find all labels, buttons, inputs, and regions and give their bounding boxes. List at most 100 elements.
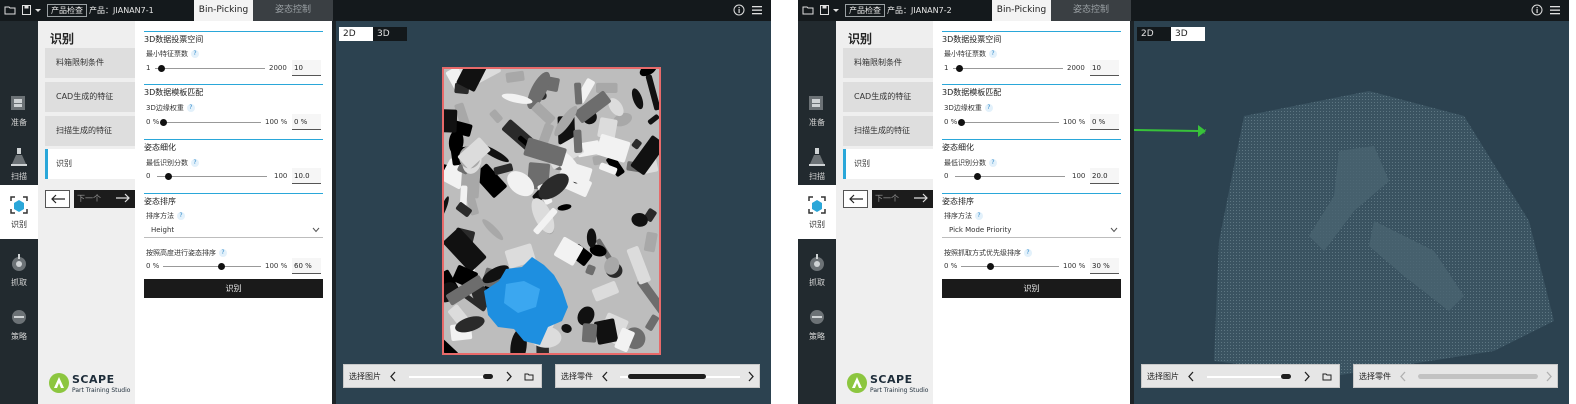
subnav-item-bin-limits[interactable]: 料箱限制条件 <box>45 48 135 78</box>
tab-bin-picking[interactable]: Bin-Picking <box>992 0 1051 21</box>
min-features-slider-thumb[interactable] <box>158 65 165 72</box>
edge-weight-input[interactable]: 0 % <box>292 114 321 130</box>
sort-percent-input[interactable]: 30 % <box>1090 258 1119 274</box>
tab-3d[interactable]: 3D <box>1171 27 1205 41</box>
next-button[interactable]: 下一个 <box>872 190 933 208</box>
bin-image-2d[interactable] <box>442 67 661 355</box>
tab-2d[interactable]: 2D <box>1137 27 1171 41</box>
chevron-right-icon[interactable] <box>746 371 756 382</box>
rail-item-strategy[interactable]: 策略 <box>0 297 38 351</box>
min-features-input[interactable]: 10 <box>1090 60 1119 76</box>
info-icon[interactable] <box>732 3 746 17</box>
sort-percent-slider-thumb[interactable] <box>986 263 994 270</box>
edge-weight-slider[interactable] <box>163 122 261 123</box>
rail-item-recognize[interactable]: 识别 <box>798 185 836 239</box>
menu-icon[interactable] <box>1548 3 1562 17</box>
min-features-slider-thumb[interactable] <box>956 65 963 72</box>
rail-item-scan[interactable]: 扫描 <box>0 137 38 191</box>
help-icon[interactable]: ? <box>989 50 997 58</box>
min-score-slider-thumb[interactable] <box>164 173 172 180</box>
subnav-item-cad-features[interactable]: CAD生成的特征 <box>45 82 135 112</box>
rail-item-prepare[interactable]: 准备 <box>798 83 836 137</box>
help-icon[interactable]: ? <box>219 249 227 257</box>
chevron-down-icon[interactable] <box>31 3 41 17</box>
tab-bin-picking[interactable]: Bin-Picking <box>194 0 253 21</box>
previous-button[interactable] <box>45 190 70 208</box>
subnav-item-scan-features[interactable]: 扫描生成的特征 <box>45 116 135 146</box>
chevron-right-icon[interactable] <box>1302 371 1312 382</box>
product-check-badge[interactable]: 产品检查 <box>845 4 885 17</box>
rail-item-prepare[interactable]: 准备 <box>0 83 38 137</box>
rail-item-strategy[interactable]: 策略 <box>798 297 836 351</box>
help-icon[interactable]: ? <box>191 159 199 167</box>
help-icon[interactable]: ? <box>975 212 983 220</box>
sort-method-select[interactable]: Pick Mode Priority <box>942 223 1121 238</box>
chevron-left-icon[interactable] <box>1398 371 1408 382</box>
rail-item-recognize[interactable]: 识别 <box>0 185 38 239</box>
rail-item-grasp[interactable]: 抓取 <box>0 243 38 297</box>
help-icon[interactable]: ? <box>1024 249 1032 257</box>
edge-weight-slider[interactable] <box>961 122 1059 123</box>
info-icon[interactable] <box>1530 3 1544 17</box>
min-features-slider[interactable] <box>155 68 265 69</box>
viewport[interactable]: Y 2D 3D 选择图片 选择零件 <box>1134 21 1569 404</box>
tab-pose-control[interactable]: 姿态控制 <box>253 0 333 21</box>
folder-icon[interactable] <box>524 371 536 382</box>
previous-button[interactable] <box>843 190 868 208</box>
help-icon[interactable]: ? <box>186 104 195 112</box>
min-features-input[interactable]: 10 <box>292 60 321 76</box>
chevron-right-icon[interactable] <box>1544 371 1554 382</box>
image-slider-thumb[interactable] <box>483 374 493 379</box>
image-slider-track[interactable] <box>1207 376 1291 378</box>
subnav-item-bin-limits[interactable]: 料箱限制条件 <box>843 48 933 78</box>
chevron-left-icon[interactable] <box>388 371 398 382</box>
chevron-left-icon[interactable] <box>1186 371 1196 382</box>
sort-percent-input[interactable]: 60 % <box>292 258 321 274</box>
part-slider-thumb[interactable] <box>628 374 706 379</box>
sort-percent-slider[interactable] <box>961 266 1059 267</box>
subnav-item-scan-features[interactable]: 扫描生成的特征 <box>843 116 933 146</box>
sort-method-select[interactable]: Height <box>144 223 323 238</box>
subnav-item-recognize[interactable]: 识别 <box>843 149 933 179</box>
rail-item-scan[interactable]: 扫描 <box>798 137 836 191</box>
image-slider-track[interactable] <box>409 376 493 378</box>
help-icon[interactable]: ? <box>177 212 185 220</box>
folder-icon[interactable] <box>1322 371 1334 382</box>
help-icon[interactable]: ? <box>191 50 199 58</box>
image-slider-thumb[interactable] <box>1281 374 1291 379</box>
sort-percent-slider[interactable] <box>163 266 261 267</box>
part-slider-thumb[interactable] <box>1418 374 1538 379</box>
chevron-left-icon[interactable] <box>600 371 610 382</box>
folder-icon[interactable] <box>801 3 815 17</box>
recognize-button[interactable]: 识别 <box>942 279 1121 298</box>
tab-3d[interactable]: 3D <box>373 27 407 41</box>
edge-weight-slider-thumb[interactable] <box>159 119 167 126</box>
min-score-slider-thumb[interactable] <box>973 173 981 180</box>
min-features-slider[interactable] <box>953 68 1063 69</box>
tab-pose-control[interactable]: 姿态控制 <box>1051 0 1131 21</box>
point-cloud-3d[interactable]: Y <box>1134 21 1569 404</box>
folder-icon[interactable] <box>3 3 17 17</box>
next-button[interactable]: 下一个 <box>74 190 135 208</box>
min-score-slider[interactable] <box>157 176 267 177</box>
subnav-item-recognize[interactable]: 识别 <box>45 149 135 179</box>
help-icon[interactable]: ? <box>989 159 997 167</box>
scan-icon <box>806 146 828 168</box>
subnav-item-cad-features[interactable]: CAD生成的特征 <box>843 82 933 112</box>
recognize-button[interactable]: 识别 <box>144 279 323 298</box>
edge-weight-input[interactable]: 0 % <box>1090 114 1119 130</box>
chevron-down-icon[interactable] <box>829 3 839 17</box>
min-score-input[interactable]: 20.0 <box>1090 168 1119 184</box>
viewport[interactable]: 2D 3D 选择图片 选择零件 <box>336 21 771 404</box>
min-score-input[interactable]: 10.0 <box>292 168 321 184</box>
product-check-badge[interactable]: 产品检查 <box>47 4 87 17</box>
tab-2d[interactable]: 2D <box>339 27 373 41</box>
arrow-right-icon <box>914 193 928 203</box>
min-score-slider[interactable] <box>955 176 1065 177</box>
menu-icon[interactable] <box>750 3 764 17</box>
rail-item-grasp[interactable]: 抓取 <box>798 243 836 297</box>
sort-percent-slider-thumb[interactable] <box>218 263 226 270</box>
help-icon[interactable]: ? <box>984 104 993 112</box>
edge-weight-slider-thumb[interactable] <box>957 119 965 126</box>
chevron-right-icon[interactable] <box>504 371 514 382</box>
